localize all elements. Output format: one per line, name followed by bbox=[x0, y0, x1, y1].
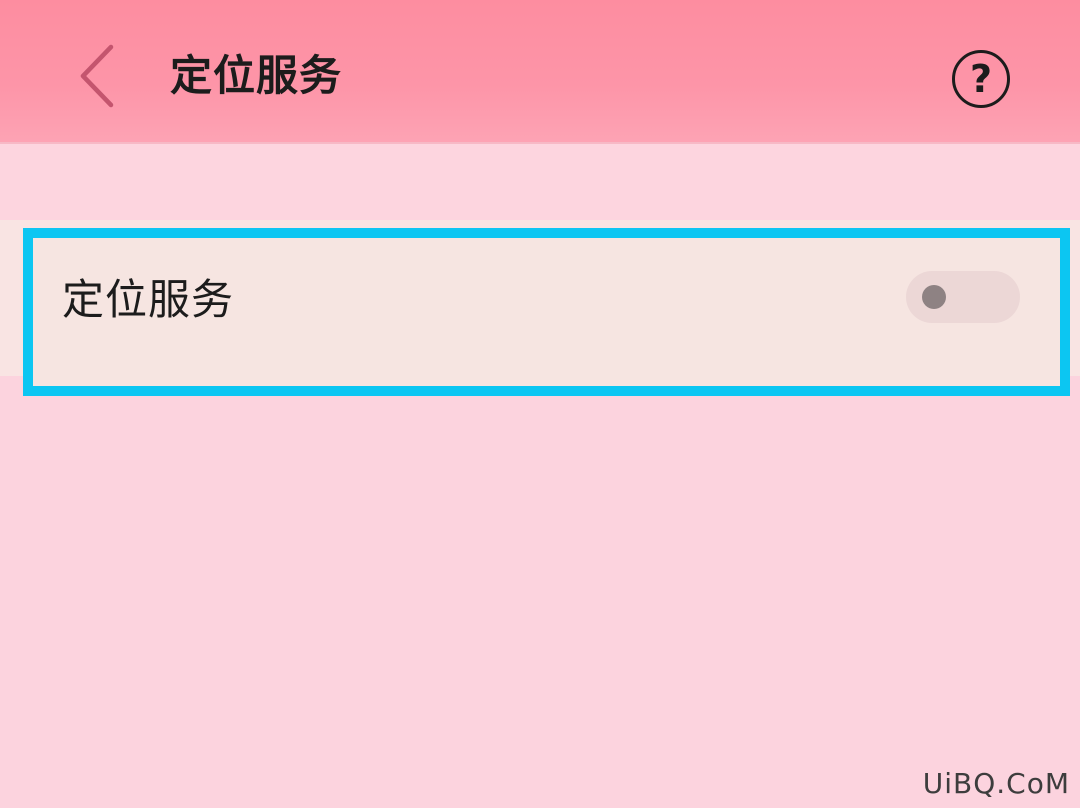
page-title: 定位服务 bbox=[170, 51, 343, 100]
help-button[interactable]: ? bbox=[946, 44, 1016, 114]
section-spacer bbox=[0, 144, 1080, 220]
watermark: UiBQ.CoM bbox=[922, 767, 1070, 800]
location-service-label: 定位服务 bbox=[62, 275, 235, 324]
chevron-left-icon bbox=[80, 44, 114, 108]
back-button[interactable] bbox=[62, 36, 132, 116]
app-bar: 定位服务 ? bbox=[0, 0, 1080, 144]
toggle-knob bbox=[922, 285, 946, 309]
location-service-toggle[interactable] bbox=[906, 271, 1020, 323]
question-circle-icon: ? bbox=[952, 50, 1010, 108]
